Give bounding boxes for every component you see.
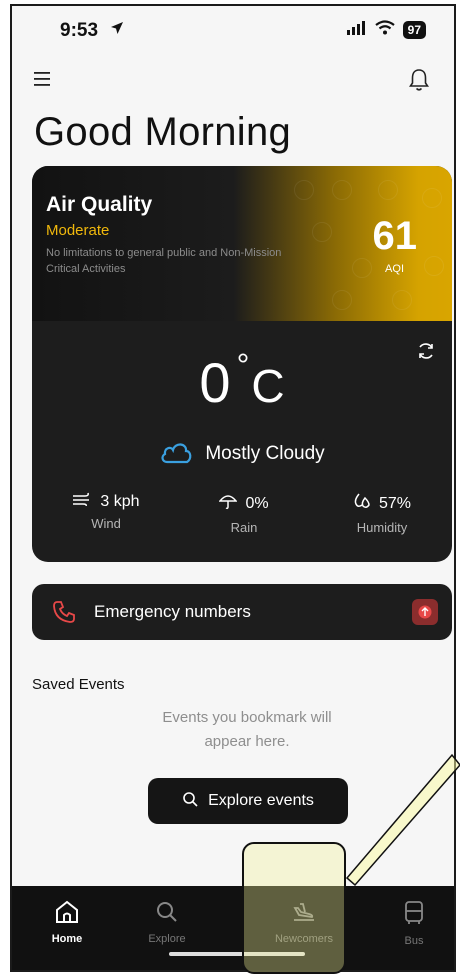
status-bar: 9:53 97 — [12, 6, 454, 56]
home-indicator — [169, 952, 305, 956]
location-arrow-icon — [110, 21, 124, 40]
stat-humidity-value: 57% — [378, 494, 412, 512]
stat-humidity-label: Humidity — [356, 520, 408, 535]
humidity-icon — [353, 492, 371, 515]
menu-icon[interactable] — [34, 72, 60, 94]
saved-events-title: Saved Events — [32, 676, 125, 693]
status-time: 9:53 — [60, 20, 99, 41]
emergency-label: Emergency numbers — [94, 602, 251, 621]
nav-home-label: Home — [51, 933, 83, 945]
phone-icon — [52, 600, 76, 629]
air-quality-status: Moderate — [46, 222, 110, 239]
temperature-unit: C — [251, 360, 285, 412]
air-quality-panel[interactable]: Air Quality Moderate No limitations to g… — [32, 166, 452, 321]
bell-icon[interactable] — [408, 68, 434, 96]
saved-events-empty-message: Events you bookmark will appear here. — [162, 709, 332, 750]
stat-rain-value: 0% — [245, 494, 269, 512]
cloud-icon — [159, 438, 193, 470]
decor-dot — [378, 180, 398, 200]
nav-home[interactable]: Home — [32, 900, 102, 945]
aqi-label: AQI — [385, 263, 404, 275]
condition-label: Mostly Cloudy — [205, 443, 325, 464]
degree-symbol: ° — [236, 347, 250, 383]
air-quality-description: No limitations to general public and Non… — [46, 247, 282, 275]
weather-card: Air Quality Moderate No limitations to g… — [32, 166, 452, 562]
decor-dot — [312, 222, 332, 242]
wifi-icon — [374, 20, 395, 40]
explore-events-button[interactable]: Explore events — [148, 778, 348, 824]
decor-dot — [294, 180, 314, 200]
temperature-value: 0 — [199, 351, 231, 414]
stat-rain: 0% Rain — [184, 492, 304, 535]
stat-wind-value: 3 kph — [100, 492, 140, 510]
greeting-title: Good Morning — [34, 110, 292, 154]
system-icons: 97 — [346, 20, 426, 40]
bus-icon — [405, 901, 423, 924]
decor-dot — [332, 290, 352, 310]
nav-explore-label: Explore — [148, 933, 186, 945]
wind-icon — [72, 492, 92, 511]
explore-events-label: Explore events — [208, 792, 314, 809]
decor-dot — [424, 256, 444, 276]
decor-dot — [332, 180, 352, 200]
stat-wind-label: Wind — [91, 516, 121, 531]
stat-wind: 3 kph Wind — [46, 492, 166, 535]
nav-newcomers[interactable]: Newcomers — [269, 900, 339, 945]
nav-bus[interactable]: Bus — [379, 900, 449, 947]
search-icon — [182, 791, 198, 812]
home-icon — [56, 900, 78, 923]
decor-dot — [422, 188, 442, 208]
arrow-up-icon — [412, 599, 438, 625]
decor-dot — [392, 290, 412, 310]
weather-stats: 3 kph Wind 0% Rain 57% Humidity — [46, 492, 442, 535]
aqi-value: 61 — [372, 214, 418, 258]
bottom-nav: Home Explore Newcomers Bus — [12, 886, 454, 970]
stat-rain-label: Rain — [230, 520, 258, 535]
search-icon — [157, 902, 177, 922]
umbrella-icon — [218, 492, 238, 515]
emergency-numbers-button[interactable]: Emergency numbers — [32, 584, 452, 640]
air-quality-title: Air Quality — [46, 193, 153, 216]
nav-bus-label: Bus — [404, 935, 424, 947]
signal-icon — [346, 20, 367, 40]
nav-explore[interactable]: Explore — [132, 900, 202, 945]
battery-indicator: 97 — [402, 21, 426, 39]
nav-newcomers-label: Newcomers — [274, 933, 334, 945]
temperature-display: 0 °C — [32, 347, 452, 420]
decor-dot — [352, 258, 372, 278]
stat-humidity: 57% Humidity — [322, 492, 442, 535]
weather-condition: Mostly Cloudy — [32, 438, 452, 470]
phone-frame: 9:53 97 Good Morning Air Quality Moderat… — [10, 4, 456, 972]
plane-landing-icon — [293, 903, 314, 921]
